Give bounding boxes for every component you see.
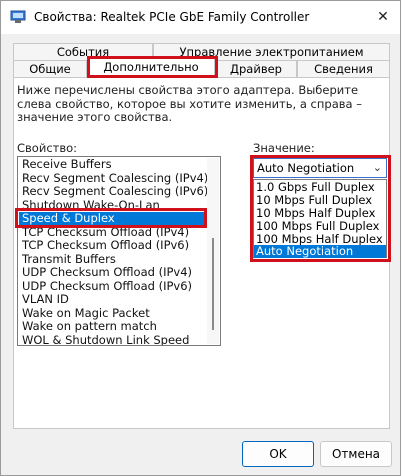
list-item[interactable]: TCP Checksum Offload (IPv4) — [19, 226, 207, 240]
value-dropdown[interactable]: 1.0 Gbps Full Duplex 10 Mbps Full Duplex… — [253, 179, 387, 258]
close-button[interactable]: ✕ — [370, 5, 396, 29]
property-label: Свойство: — [17, 141, 78, 155]
list-item[interactable]: Wake on Magic Packet — [19, 307, 207, 321]
list-item[interactable]: Receive Buffers — [19, 158, 207, 172]
value-select[interactable]: Auto Negotiation ⌄ — [253, 158, 387, 178]
chevron-down-icon[interactable]: ⌄ — [373, 161, 382, 174]
list-item[interactable]: VLAN ID — [19, 293, 207, 307]
tab-driver[interactable]: Драйвер — [215, 60, 297, 77]
list-item[interactable]: UDP Checksum Offload (IPv4) — [19, 266, 207, 280]
window-title: Свойства: Realtek PCIe GbE Family Contro… — [34, 10, 310, 24]
list-item[interactable]: TCP Checksum Offload (IPv6) — [19, 239, 207, 253]
list-item[interactable]: UDP Checksum Offload (IPv6) — [19, 280, 207, 294]
ok-button[interactable]: OK — [242, 441, 314, 467]
list-item[interactable]: Wake on pattern match — [19, 320, 207, 334]
title-bar: Свойства: Realtek PCIe GbE Family Contro… — [1, 1, 400, 34]
scrollbar-thumb[interactable] — [212, 238, 214, 330]
tab-advanced[interactable]: Дополнительно — [87, 58, 215, 78]
list-item[interactable]: WOL & Shutdown Link Speed — [19, 334, 207, 346]
tab-general[interactable]: Общие — [13, 60, 87, 77]
property-listbox[interactable]: Receive Buffers Recv Segment Coalescing … — [17, 156, 221, 346]
cancel-button[interactable]: Отмена — [320, 441, 392, 467]
list-item[interactable]: Recv Segment Coalescing (IPv4) — [19, 172, 207, 186]
list-item[interactable]: Recv Segment Coalescing (IPv6) — [19, 185, 207, 199]
list-item[interactable]: Transmit Buffers — [19, 253, 207, 267]
value-label: Значение: — [253, 141, 315, 155]
list-item-selected[interactable]: Speed & Duplex — [19, 212, 207, 226]
value-current: Auto Negotiation — [257, 161, 355, 175]
list-item[interactable]: Shutdown Wake-On-Lan — [19, 199, 207, 213]
tab-row-bottom: Общие Дополнительно Драйвер Сведения — [13, 58, 390, 78]
network-adapter-icon — [10, 10, 26, 23]
value-option-selected[interactable]: Auto Negotiation — [254, 245, 386, 258]
tab-details[interactable]: Сведения — [297, 60, 390, 77]
properties-dialog: Свойства: Realtek PCIe GbE Family Contro… — [0, 0, 401, 476]
adapter-description: Ниже перечислены свойства этого адаптера… — [17, 83, 362, 124]
property-scrollbar[interactable] — [207, 158, 219, 344]
